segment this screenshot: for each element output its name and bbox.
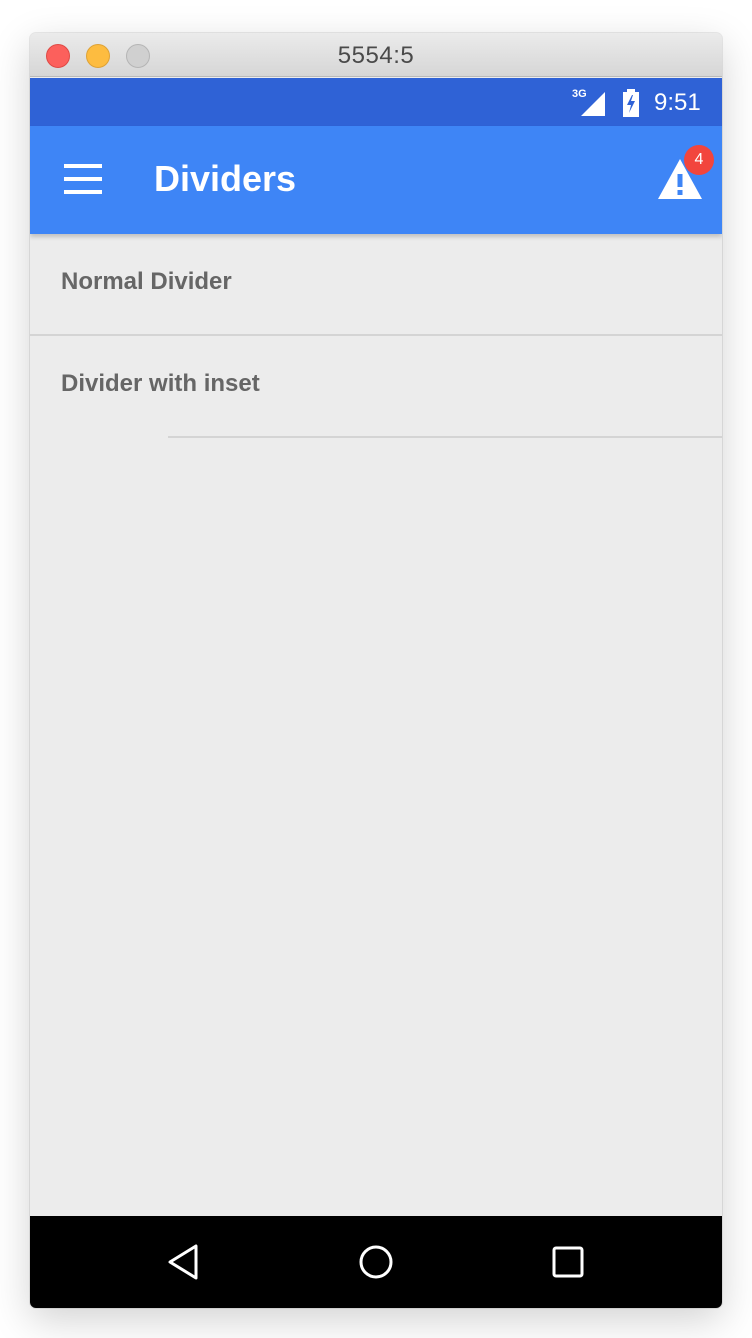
window-title: 5554:5 — [337, 42, 415, 69]
list-item-inset-divider[interactable]: Divider with inset — [30, 336, 722, 436]
battery-icon — [622, 89, 640, 122]
window-titlebar: 5554:5 — [30, 33, 722, 77]
status-bar: 3G 9:51 — [30, 78, 722, 126]
status-time: 9:51 — [654, 89, 701, 116]
app-bar: Dividers — [30, 126, 722, 234]
emulator-window: 5554:5 3G 9:51 Dividers 4 Normal Divider… — [30, 33, 722, 1308]
recents-icon[interactable] — [548, 1242, 588, 1282]
divider-list: Normal Divider Divider with inset — [30, 234, 722, 1216]
home-icon[interactable] — [356, 1242, 396, 1282]
inset-divider — [168, 436, 722, 438]
list-item-normal-divider[interactable]: Normal Divider — [30, 234, 722, 334]
list-item-label: Normal Divider — [61, 268, 232, 295]
notification-badge: 4 — [684, 145, 714, 175]
page-title: Dividers — [154, 158, 297, 199]
signal-icon: 3G — [572, 88, 606, 116]
android-nav-bar — [30, 1216, 722, 1308]
back-icon[interactable] — [164, 1242, 204, 1282]
list-item-label: Divider with inset — [61, 370, 260, 397]
menu-icon[interactable] — [64, 164, 102, 194]
